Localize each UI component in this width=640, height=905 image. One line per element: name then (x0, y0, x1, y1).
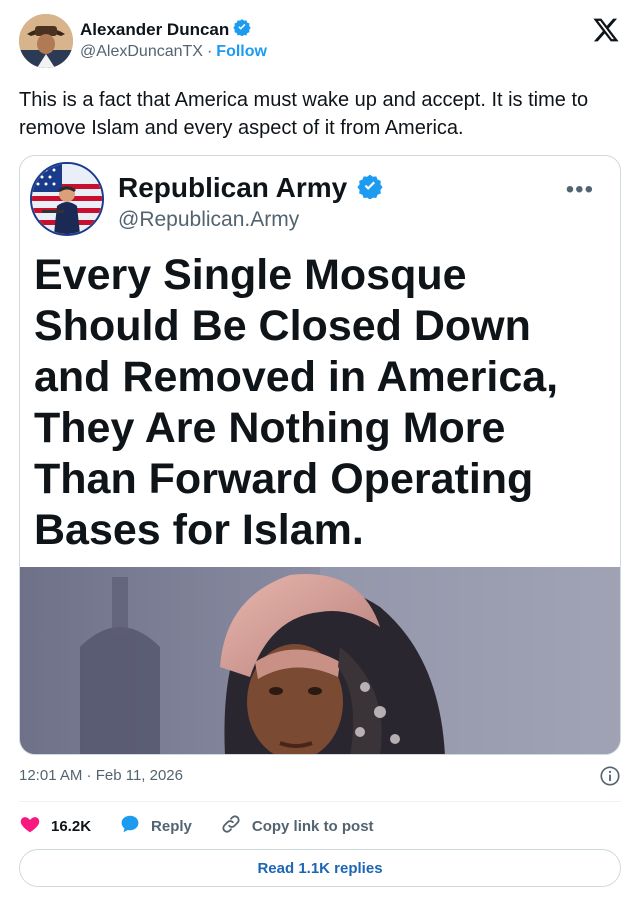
like-button[interactable]: 16.2K (19, 813, 91, 839)
embedded-name-row: Republican Army (118, 172, 383, 204)
reply-label: Reply (151, 817, 192, 835)
author-handle[interactable]: @AlexDuncanTX (80, 43, 203, 61)
embedded-verified-badge-icon (357, 173, 383, 204)
author-name-row: Alexander Duncan (80, 18, 251, 41)
embedded-avatar (30, 162, 104, 236)
embedded-handle: @Republican.Army (118, 208, 300, 231)
tweet-timestamp[interactable]: 12:01 AM · Feb 11, 2026 (19, 767, 183, 784)
action-bar: 16.2K Reply Copy link to post (19, 814, 402, 838)
copy-link-button[interactable]: Copy link to post (220, 813, 374, 839)
info-icon[interactable] (599, 765, 621, 787)
heart-icon (19, 813, 41, 839)
follow-button[interactable]: Follow (216, 43, 267, 61)
handle-separator: · (206, 43, 213, 60)
link-icon (220, 813, 242, 839)
media-card[interactable]: Republican Army @Republican.Army ••• Eve… (19, 155, 621, 755)
read-replies-button[interactable]: Read 1.1K replies (19, 849, 621, 887)
copy-link-label: Copy link to post (251, 817, 374, 835)
author-avatar[interactable] (19, 14, 73, 68)
embedded-photo (20, 567, 620, 754)
actions-divider (19, 801, 621, 802)
x-logo-icon[interactable] (592, 16, 620, 44)
embedded-display-name: Republican Army (118, 172, 348, 203)
embedded-headline: Every Single Mosque Should Be Closed Dow… (34, 251, 559, 554)
verified-badge-icon (233, 18, 251, 41)
more-options-icon: ••• (565, 176, 594, 203)
reply-bubble-icon (119, 813, 141, 839)
tweet-text: This is a fact that America must wake up… (19, 89, 589, 139)
like-count: 16.2K (51, 817, 92, 835)
author-handle-row: @AlexDuncanTX · Follow (80, 43, 267, 61)
reply-button[interactable]: Reply (119, 813, 192, 839)
author-display-name[interactable]: Alexander Duncan (80, 20, 229, 40)
